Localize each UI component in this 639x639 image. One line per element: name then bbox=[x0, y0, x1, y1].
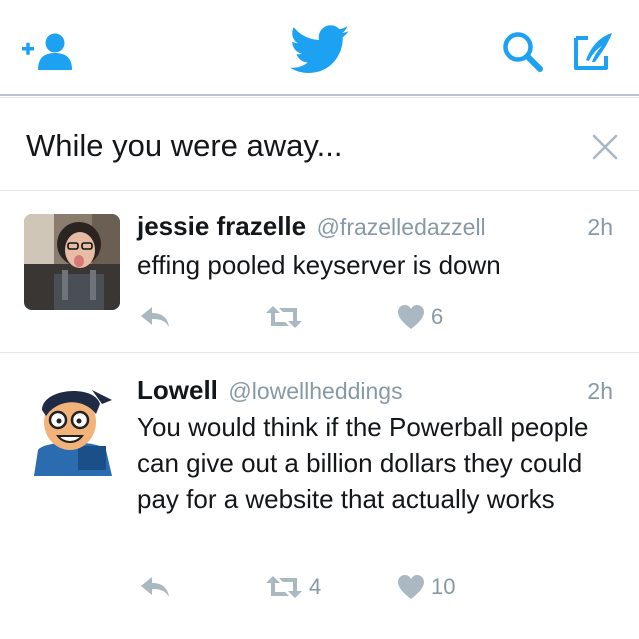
reply-button[interactable] bbox=[139, 301, 171, 333]
tweet-text: effing pooled keyserver is down bbox=[137, 250, 501, 280]
reply-button[interactable] bbox=[139, 571, 171, 603]
tweet-text: You would think if the Powerball people … bbox=[137, 412, 589, 514]
heart-icon bbox=[398, 305, 424, 329]
like-button[interactable]: 6 bbox=[397, 301, 443, 333]
bottom-spacer bbox=[0, 623, 639, 639]
avatar[interactable] bbox=[24, 214, 120, 310]
reply-icon bbox=[141, 577, 169, 597]
retweet-button[interactable] bbox=[265, 301, 309, 333]
twitter-bird-icon[interactable] bbox=[290, 24, 350, 76]
author-handle[interactable]: @lowellheddings bbox=[228, 378, 402, 404]
like-count: 10 bbox=[431, 574, 456, 599]
tweet-header: Lowell @lowellheddings bbox=[137, 375, 403, 406]
like-count: 6 bbox=[431, 304, 444, 329]
tweet-timestamp: 2h bbox=[587, 378, 613, 404]
author-name[interactable]: Lowell bbox=[137, 375, 218, 405]
top-navigation-bar bbox=[0, 0, 639, 96]
retweet-icon bbox=[266, 306, 302, 328]
like-button[interactable]: 10 bbox=[397, 571, 455, 603]
avatar-photo-icon bbox=[24, 214, 120, 310]
avatar[interactable] bbox=[24, 380, 120, 476]
retweet-icon bbox=[266, 576, 302, 598]
compose-tweet-icon[interactable] bbox=[572, 30, 616, 72]
add-user-icon[interactable] bbox=[20, 30, 76, 72]
tweet-header: jessie frazelle @frazelledazzell bbox=[137, 211, 486, 242]
while-you-were-away-title: While you were away... bbox=[26, 128, 343, 163]
while-you-were-away-banner: While you were away... bbox=[0, 98, 639, 191]
retweet-button[interactable]: 4 bbox=[265, 571, 321, 603]
tweet-actions: 4 10 bbox=[137, 571, 617, 603]
author-name[interactable]: jessie frazelle bbox=[137, 211, 306, 241]
retweet-count: 4 bbox=[309, 574, 322, 599]
tweet-item[interactable]: Lowell @lowellheddings 2h You would thin… bbox=[0, 353, 639, 624]
author-handle[interactable]: @frazelledazzell bbox=[317, 214, 486, 240]
tweet-timestamp: 2h bbox=[587, 214, 613, 240]
heart-icon bbox=[398, 575, 424, 599]
tweet-item[interactable]: jessie frazelle @frazelledazzell 2h effi… bbox=[0, 191, 639, 353]
reply-icon bbox=[141, 307, 169, 327]
search-icon[interactable] bbox=[500, 30, 546, 74]
cartoon-avatar-icon bbox=[24, 380, 120, 476]
header-divider bbox=[0, 94, 639, 96]
tweet-actions: 6 bbox=[137, 301, 617, 333]
close-icon[interactable] bbox=[590, 132, 620, 162]
